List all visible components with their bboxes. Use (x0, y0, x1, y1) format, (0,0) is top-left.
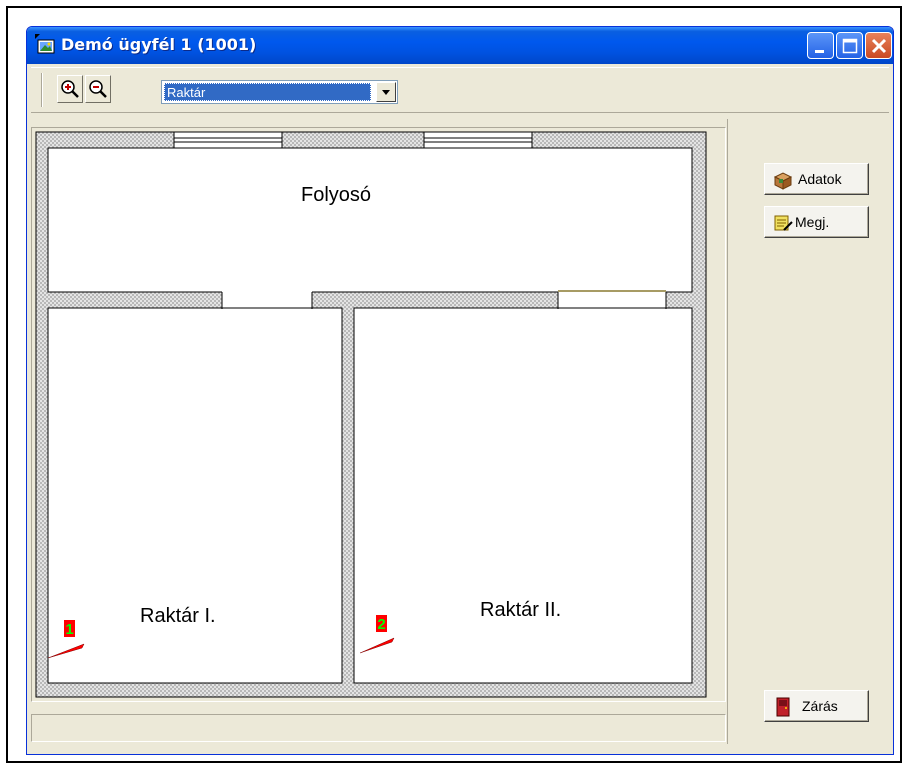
floor-plan: 1 2 (35, 131, 707, 698)
status-bar (31, 714, 726, 742)
room-label-raktar-2: Raktár II. (480, 599, 562, 621)
marker-2-number: 2 (377, 616, 385, 633)
data-button[interactable]: Adatok (764, 163, 869, 195)
room-folyoso[interactable] (47, 147, 693, 293)
zoom-out-icon (89, 80, 107, 98)
window-1 (173, 131, 283, 149)
side-panel: Adatok Megj. Zárás (727, 119, 887, 744)
dropdown-button[interactable] (376, 82, 396, 102)
level-select[interactable]: Raktár (161, 80, 398, 104)
door-icon (776, 697, 790, 717)
zoom-in-button[interactable] (57, 75, 83, 103)
close-icon (871, 38, 887, 54)
room-label-raktar-1: Raktár I. (140, 605, 216, 627)
corridor-opening (222, 291, 312, 309)
window-2 (423, 131, 533, 149)
minimize-icon (815, 50, 824, 53)
minimize-button[interactable] (807, 32, 834, 59)
maximize-button[interactable] (836, 32, 863, 59)
zoom-out-button[interactable] (85, 75, 111, 103)
window-title: Demó ügyfél 1 (1001) (61, 35, 257, 54)
note-button[interactable]: Megj. (764, 206, 869, 238)
zoom-in-icon (61, 80, 79, 98)
data-button-label: Adatok (798, 171, 842, 187)
room-label-folyoso: Folyosó (301, 184, 372, 206)
floorplan-app-icon (35, 34, 55, 54)
title-bar[interactable]: Demó ügyfél 1 (1001) (27, 27, 893, 64)
floor-plan-canvas[interactable]: 1 2 Folyosó Raktár I. Raktár II. (31, 127, 726, 702)
close-button[interactable]: Zárás (764, 690, 869, 722)
level-select-value: Raktár (164, 83, 371, 101)
note-button-label: Megj. (795, 214, 830, 230)
close-window-button[interactable] (865, 32, 892, 59)
room-raktar-2[interactable] (353, 307, 693, 684)
chevron-down-icon (382, 90, 390, 95)
close-button-label: Zárás (802, 698, 838, 714)
marker-1-number: 1 (65, 621, 73, 638)
app-window: Demó ügyfél 1 (1001) Raktár 1 2 Folyosó … (26, 26, 894, 755)
doorway-raktar-2 (558, 291, 666, 309)
note-icon (774, 215, 793, 231)
box-icon (773, 172, 793, 190)
toolbar-grip (41, 73, 43, 107)
toolbar: Raktár (31, 67, 889, 113)
maximize-icon (842, 38, 858, 54)
